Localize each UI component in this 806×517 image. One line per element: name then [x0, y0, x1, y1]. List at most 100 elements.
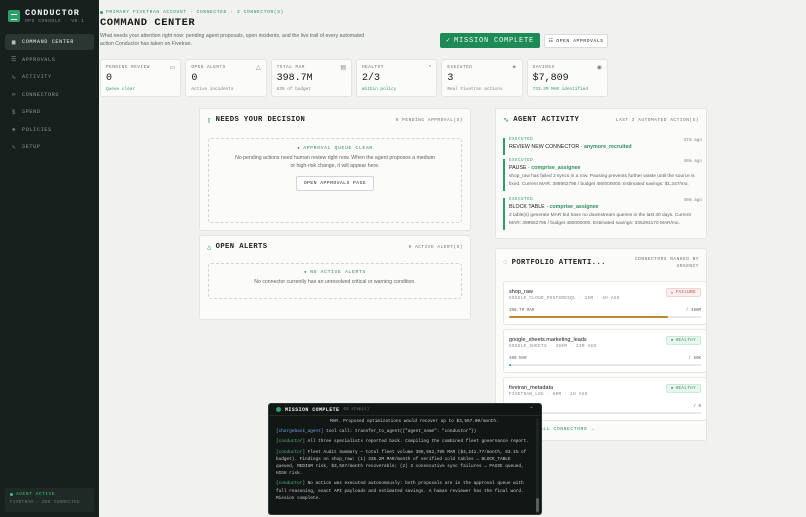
activity-item[interactable]: EXECUTED 40m ago PAUSE · comprise_assign…	[503, 159, 702, 191]
connector-cap: / 50K	[688, 357, 701, 361]
mission-log-steps: 63 step(s)	[343, 407, 370, 412]
log-line: [conductor] No action was executed auton…	[276, 480, 531, 502]
empty-title: APPROVAL QUEUE CLEAR	[209, 146, 461, 151]
mission-log-header: MISSION COMPLETE 63 step(s) ⌃	[269, 404, 541, 416]
log-line: [chargeback_agent] tool call: transfer_t…	[276, 428, 531, 435]
pulse-icon: ∿	[11, 73, 17, 81]
agent-connection: FIVETRAN · SDK CONNECTED	[10, 501, 80, 505]
x-icon: ✕	[670, 291, 674, 296]
alerts-empty-state: NO ACTIVE ALERTS No connector currently …	[208, 263, 462, 299]
status-dot-icon	[276, 407, 281, 412]
sidebar-item-activity[interactable]: ∿ ACTIVITY	[5, 69, 94, 85]
portfolio-title: PORTFOLIO ATTENTI...	[511, 259, 606, 267]
sidebar-item-label: APPROVALS	[22, 56, 56, 63]
connector-card[interactable]: shop_raw GOOGLE_CLOUD_POSTGRESQL · 15M ·…	[503, 281, 707, 325]
sidebar-item-policies[interactable]: ◈ POLICIES	[5, 122, 94, 138]
shield-icon: ◈	[11, 126, 17, 133]
sidebar-item-connectors[interactable]: ∞ CONNECTORS	[5, 87, 94, 103]
log-line: MAR. Proposed optimizations would recove…	[276, 418, 531, 425]
failure-badge: ✕ FAILURE	[665, 288, 701, 297]
connector-mar: 398.7M MAR	[509, 309, 535, 313]
activity-target[interactable]: anymore_recruited	[584, 144, 632, 150]
connector-meta: GOOGLE_SHEETS · 360M · 23M AGO	[509, 345, 597, 349]
mission-complete-button[interactable]: ✓ MISSION COMPLETE	[440, 33, 540, 48]
connector-cap: / 0	[693, 405, 701, 409]
stat-sub: Queue clear	[106, 87, 135, 92]
ring-icon: ◌	[503, 259, 508, 267]
conductor-logo-icon	[8, 10, 20, 22]
sidebar-item-label: COMMAND CENTER	[22, 39, 74, 45]
all-connectors-link[interactable]: ALL CONNECTORS →	[540, 427, 594, 432]
stat-label: HEALTHY	[361, 65, 384, 70]
alerts-panel: △ OPEN ALERTS 0 ACTIVE ALERT(S) NO ACTIV…	[199, 235, 471, 320]
sidebar-item-spend[interactable]: $ SPEND	[5, 104, 94, 120]
activity-time: 40m ago	[683, 159, 702, 164]
activity-title-line: PAUSE · comprise_assignee	[509, 165, 581, 171]
stat-sub: 83% of budget	[276, 87, 311, 92]
connector-cap: / 480M	[685, 309, 701, 313]
stat-total-mar: TOTAL MAR 398.7M 83% of budget ▤	[270, 59, 352, 97]
executed-badge: EXECUTED	[509, 138, 534, 142]
sidebar-item-label: SETUP	[22, 144, 41, 150]
dot-icon: ●	[670, 338, 674, 343]
activity-description: shop_raw has failed 3 syncs in a row. Pa…	[509, 174, 695, 187]
executed-badge: EXECUTED	[509, 198, 534, 202]
mission-log-panel: MISSION COMPLETE 63 step(s) ⌃ MAR. Propo…	[268, 403, 542, 515]
sidebar-item-label: ACTIVITY	[22, 74, 52, 80]
alerts-title: OPEN ALERTS	[215, 243, 268, 251]
log-source: [conductor]	[276, 449, 305, 455]
sidebar-item-approvals[interactable]: ☰ APPROVALS	[5, 52, 94, 68]
sidebar-item-label: SPEND	[22, 109, 41, 115]
mission-log-title: MISSION COMPLETE	[285, 406, 340, 413]
approval-empty-state: APPROVAL QUEUE CLEAR No pending actions …	[208, 138, 462, 223]
scrollbar-thumb[interactable]	[536, 498, 539, 512]
brand[interactable]: CONDUCTOR OPS CONSOLE · V0.1	[8, 8, 84, 24]
activity-title-line: BLOCK TABLE · comprise_assignee	[509, 204, 599, 210]
sidebar-item-setup[interactable]: ✎ SETUP	[5, 139, 94, 155]
healthy-badge: ● HEALTHY	[665, 384, 701, 393]
decision-panel: ▯ NEEDS YOUR DECISION 0 PENDING APPROVAL…	[199, 108, 471, 231]
activity-action: BLOCK TABLE	[509, 204, 545, 210]
activity-description: 2 table(s) generate MAR but have no down…	[509, 213, 691, 226]
sidebar-item-command-center[interactable]: ▦ COMMAND CENTER	[5, 34, 94, 50]
connector-name: google_sheets.marketing_leads	[509, 337, 587, 343]
activity-item[interactable]: EXECUTED 37m ago REVIEW NEW CONNECTOR · …	[503, 138, 702, 155]
stat-pending-review: PENDING REVIEW 0 Queue clear ▭	[100, 59, 182, 97]
connector-card[interactable]: google_sheets.marketing_leads GOOGLE_SHE…	[503, 329, 707, 373]
mission-complete-label: MISSION COMPLETE	[454, 36, 535, 45]
open-approvals-page-button[interactable]: OPEN APPROVALS PAGE	[295, 176, 375, 191]
connector-name: fivetran_metadata	[509, 385, 554, 391]
stats-row: PENDING REVIEW 0 Queue clear ▭ OPEN ALER…	[100, 59, 608, 97]
grid-icon: ▦	[11, 38, 17, 46]
decision-count: 0 PENDING APPROVAL(S)	[395, 117, 463, 123]
executed-badge: EXECUTED	[509, 159, 534, 163]
heart-icon: ◔	[427, 64, 432, 70]
stat-label: OPEN ALERTS	[191, 65, 226, 70]
sidebar: CONDUCTOR OPS CONSOLE · V0.1 ▦ COMMAND C…	[0, 0, 99, 517]
page-description: What needs your attention right now: pen…	[100, 33, 365, 47]
activity-target[interactable]: comprise_assignee	[549, 204, 598, 210]
status-label: HEALTHY	[675, 386, 696, 391]
activity-item[interactable]: EXECUTED 40m ago BLOCK TABLE · comprise_…	[503, 198, 702, 230]
scrollbar[interactable]	[536, 418, 539, 514]
link-icon: ∞	[11, 91, 17, 98]
pulse-icon: ∿	[503, 116, 510, 125]
log-line: [conductor] All three specialists report…	[276, 438, 531, 445]
stat-value: 0	[191, 73, 198, 84]
chevron-up-icon[interactable]: ⌃	[529, 406, 534, 413]
stat-sub: Real Fivetran actions	[447, 87, 503, 92]
open-approvals-button[interactable]: ☷ OPEN APPROVALS	[544, 34, 608, 48]
warning-icon: △	[207, 243, 212, 252]
activity-target[interactable]: comprise_assignee	[531, 165, 580, 171]
clipboard-icon: ▯	[207, 116, 212, 125]
stat-sub: Active incidents	[191, 87, 234, 92]
log-source: [conductor]	[276, 439, 305, 445]
activity-count: LAST 3 AUTOMATED ACTION(S)	[615, 117, 699, 123]
brand-subtitle: OPS CONSOLE · V0.1	[25, 19, 85, 24]
database-icon: ▤	[340, 65, 346, 71]
page-title: COMMAND CENTER	[100, 17, 196, 29]
sidebar-nav: ▦ COMMAND CENTER ☰ APPROVALS ∿ ACTIVITY …	[5, 34, 94, 157]
check-list-icon: ☰	[11, 56, 17, 63]
log-text: All three specialists reported back. Com…	[307, 439, 529, 445]
activity-panel: ∿ AGENT ACTIVITY LAST 3 AUTOMATED ACTION…	[495, 108, 707, 239]
